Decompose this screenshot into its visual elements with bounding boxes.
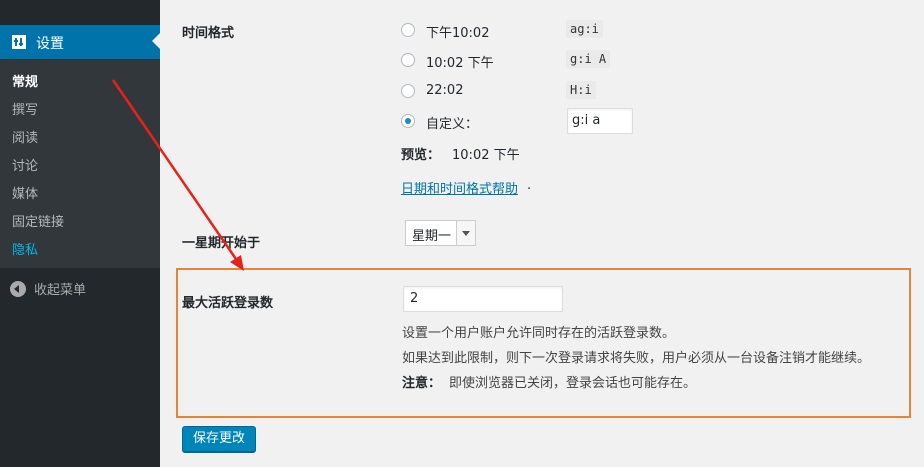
format-code: H:i [566,81,596,99]
time-format-option-label: 10:02 下午 [426,56,494,71]
collapse-arrow-icon [10,281,26,297]
current-menu-pointer [152,33,160,49]
max-logins-warning: 注意： 即使浏览器已关闭，登录会话也可能存在。 [402,372,696,391]
time-format-option-label: 下午10:02 [426,26,490,41]
help-link-suffix: . [527,178,532,193]
time-format-radio-custom[interactable] [401,114,415,128]
max-logins-label: 最大活跃登录数 [182,296,274,311]
note-text: 即使浏览器已关闭，登录会话也可能存在。 [449,376,697,391]
format-code: ag:i [566,20,603,38]
collapse-menu-label: 收起菜单 [34,283,87,298]
time-format-radio-1[interactable] [401,23,415,37]
max-logins-input[interactable]: 2 [403,286,563,312]
sidebar-item-permalinks[interactable]: 固定链接 [12,211,64,230]
preview-value: 10:02 下午 [452,148,520,163]
max-logins-limit-note: 如果达到此限制，则下一次登录请求将失败，用户必须从一台设备注销才能继续。 [402,351,871,366]
week-start-selected: 星期一 [412,229,452,244]
chevron-down-icon[interactable] [456,221,475,245]
settings-main: 时间格式 下午10:02 ag:i 10:02 下午 g:i A 22:02 H… [160,0,924,467]
max-logins-description: 设置一个用户账户允许同时存在的活跃登录数。 [402,326,676,341]
week-start-label: 一星期开始于 [182,236,261,251]
sidebar-item-media[interactable]: 媒体 [12,183,38,202]
time-format-option-label: 自定义： [426,117,479,132]
sidebar-item-writing[interactable]: 撰写 [12,99,38,118]
note-label: 注意： [402,376,442,391]
sidebar-item-privacy[interactable]: 隐私 [12,239,38,258]
custom-time-format-input[interactable]: g:i a [567,108,633,134]
settings-icon [11,34,27,50]
format-code: g:i A [566,50,611,68]
time-format-option-label: 22:02 [426,83,464,98]
time-format-label: 时间格式 [182,26,235,41]
time-format-radio-2[interactable] [401,53,415,67]
sidebar-item-general[interactable]: 常规 [12,71,38,90]
admin-sidebar: 设置 常规 撰写 阅读 讨论 媒体 固定链接 隐私 收起菜单 [0,0,160,467]
preview-label: 预览： [401,148,441,163]
date-time-help-link[interactable]: 日期和时间格式帮助 [401,178,518,197]
sidebar-item-reading[interactable]: 阅读 [12,127,38,146]
sidebar-item-discussion[interactable]: 讨论 [12,155,38,174]
menu-settings-label: 设置 [36,36,64,52]
time-format-preview: 预览： 10:02 下午 [401,144,520,163]
menu-settings[interactable]: 设置 [0,25,160,59]
collapse-menu-button[interactable]: 收起菜单 [10,279,86,298]
save-changes-button[interactable]: 保存更改 [182,426,256,452]
week-start-select[interactable]: 星期一 [405,220,476,246]
time-format-radio-3[interactable] [401,84,415,98]
